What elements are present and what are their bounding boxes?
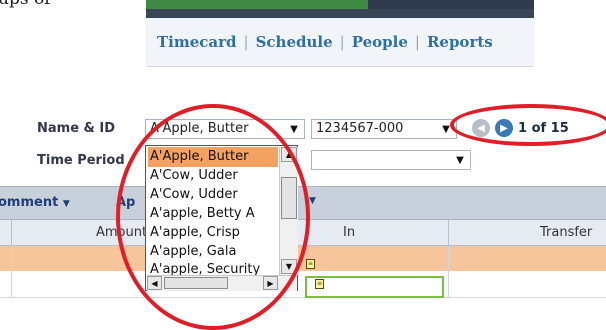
scroll-right-icon[interactable]: ▶	[263, 276, 278, 290]
next-employee-button[interactable]: ▶	[495, 119, 513, 137]
dropdown-arrow-icon[interactable]: ▼	[438, 120, 454, 138]
comment-label: omment	[0, 195, 59, 210]
chevron-down-icon[interactable]: ▼	[309, 196, 316, 206]
column-divider	[448, 220, 449, 246]
employee-name-dropdown-list[interactable]: A'Apple, Butter A'Cow, Udder A'Cow, Udde…	[145, 145, 298, 291]
scroll-thumb[interactable]	[164, 277, 228, 289]
timecard-toolbar: omment ▼ Ap ▼	[0, 186, 606, 220]
nav-timecard[interactable]: Timecard	[157, 33, 237, 51]
dropdown-option[interactable]: A'Cow, Udder	[148, 185, 278, 205]
dropdown-option[interactable]: A'apple, Crisp	[148, 223, 278, 243]
dropdown-arrow-icon[interactable]: ▼	[452, 151, 468, 169]
nav-schedule[interactable]: Schedule	[256, 33, 333, 51]
column-divider	[448, 246, 449, 298]
nav-separator: |	[414, 33, 420, 51]
main-nav: Timecard | Schedule | People | Reports	[146, 18, 534, 67]
nav-reports[interactable]: Reports	[427, 33, 493, 51]
column-divider	[11, 220, 12, 246]
dropdown-horizontal-scrollbar[interactable]: ◀ ▶	[147, 275, 297, 291]
scroll-down-icon[interactable]: ▼	[281, 259, 297, 274]
employee-name-value: A'Apple, Butter	[150, 121, 249, 136]
comment-menu-button[interactable]: omment ▼	[0, 195, 70, 210]
scroll-left-icon[interactable]: ◀	[147, 276, 162, 290]
chevron-down-icon: ▼	[62, 199, 70, 209]
time-period-select[interactable]: ▼	[311, 150, 471, 170]
prev-employee-button[interactable]: ◀	[472, 119, 490, 137]
dropdown-vertical-scrollbar[interactable]: ▲ ▼	[279, 147, 298, 275]
in-time-input[interactable]: ≡	[305, 276, 444, 298]
nav-separator: |	[339, 33, 345, 51]
column-header-transfer[interactable]: Transfer	[540, 225, 592, 240]
timecard-table-header: Amount In Transfer	[0, 220, 606, 246]
column-header-amount[interactable]: Amount	[96, 225, 147, 240]
dropdown-option[interactable]: A'Apple, Butter	[148, 147, 278, 167]
column-header-in[interactable]: In	[343, 225, 355, 240]
comment-icon[interactable]: ≡	[306, 259, 315, 269]
dropdown-arrow-icon[interactable]: ▼	[286, 120, 302, 138]
column-divider	[11, 246, 12, 298]
employee-id-value: 1234567-000	[316, 121, 404, 136]
table-row-highlighted[interactable]	[0, 246, 606, 271]
dropdown-option[interactable]: A'apple, Security	[148, 261, 278, 275]
dropdown-option[interactable]: A'Cow, Udder	[148, 166, 278, 186]
scroll-up-icon[interactable]: ▲	[281, 147, 297, 162]
document-text-fragment: ups of	[0, 0, 51, 9]
approve-menu-button[interactable]: Ap	[116, 195, 135, 210]
scroll-thumb[interactable]	[281, 177, 297, 219]
calendar-icon[interactable]: ≡	[315, 279, 324, 289]
dropdown-option[interactable]: A'apple, Gala	[148, 242, 278, 262]
time-period-label: Time Period	[37, 153, 125, 168]
header-bottom-stripe	[146, 9, 534, 18]
employee-name-select[interactable]: A'Apple, Butter ▼	[145, 119, 305, 139]
nav-separator: |	[243, 33, 249, 51]
arrow-left-icon: ◀	[477, 122, 485, 134]
employee-id-select[interactable]: 1234567-000 ▼	[311, 119, 457, 139]
name-id-label: Name & ID	[37, 121, 116, 136]
employee-pager-count: 1 of 15	[518, 121, 569, 136]
arrow-right-icon: ▶	[500, 122, 508, 134]
table-row[interactable]	[0, 271, 606, 298]
dropdown-option[interactable]: A'apple, Betty A	[148, 204, 278, 224]
nav-people[interactable]: People	[352, 33, 408, 51]
